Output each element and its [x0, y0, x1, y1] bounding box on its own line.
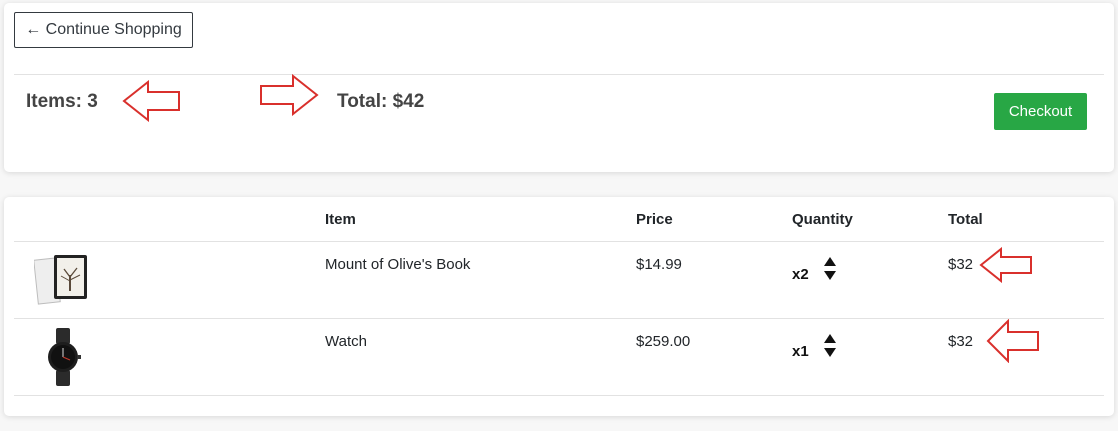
item-quantity: x2 — [792, 266, 809, 283]
item-total: $32 — [948, 256, 974, 273]
item-quantity: x1 — [792, 343, 809, 360]
cart-total: Total: $42 — [337, 91, 425, 112]
annotation-arrow-left-icon — [979, 247, 1032, 283]
annotation-arrow-left-icon — [986, 319, 1039, 363]
header-divider — [14, 241, 1104, 242]
checkout-button[interactable]: Checkout — [994, 93, 1087, 130]
item-price: $14.99 — [636, 256, 682, 273]
quantity-stepper-icon[interactable] — [823, 257, 837, 281]
column-header-total: Total — [948, 211, 983, 228]
item-name: Watch — [325, 333, 367, 350]
book-icon — [34, 255, 87, 305]
summary-divider — [14, 74, 1104, 75]
column-header-price: Price — [636, 211, 673, 228]
cart-table-card: Item Price Quantity Total Mount of Olive… — [4, 197, 1114, 416]
items-count: Items: 3 — [26, 91, 98, 112]
row-divider — [14, 318, 1104, 319]
column-header-item: Item — [325, 211, 356, 228]
quantity-stepper-icon[interactable] — [823, 334, 837, 358]
column-header-quantity: Quantity — [792, 211, 853, 228]
continue-shopping-button[interactable]: ← Continue Shopping — [14, 12, 193, 48]
annotation-arrow-left-icon — [122, 80, 180, 122]
annotation-arrow-right-icon — [260, 74, 319, 116]
item-total: $32 — [948, 333, 974, 350]
cart-summary-card: ← Continue Shopping Items: 3 Total: $42 … — [4, 3, 1114, 172]
item-name: Mount of Olive's Book — [325, 256, 471, 273]
watch-icon — [48, 328, 81, 386]
item-price: $259.00 — [636, 333, 691, 350]
row-divider — [14, 395, 1104, 396]
